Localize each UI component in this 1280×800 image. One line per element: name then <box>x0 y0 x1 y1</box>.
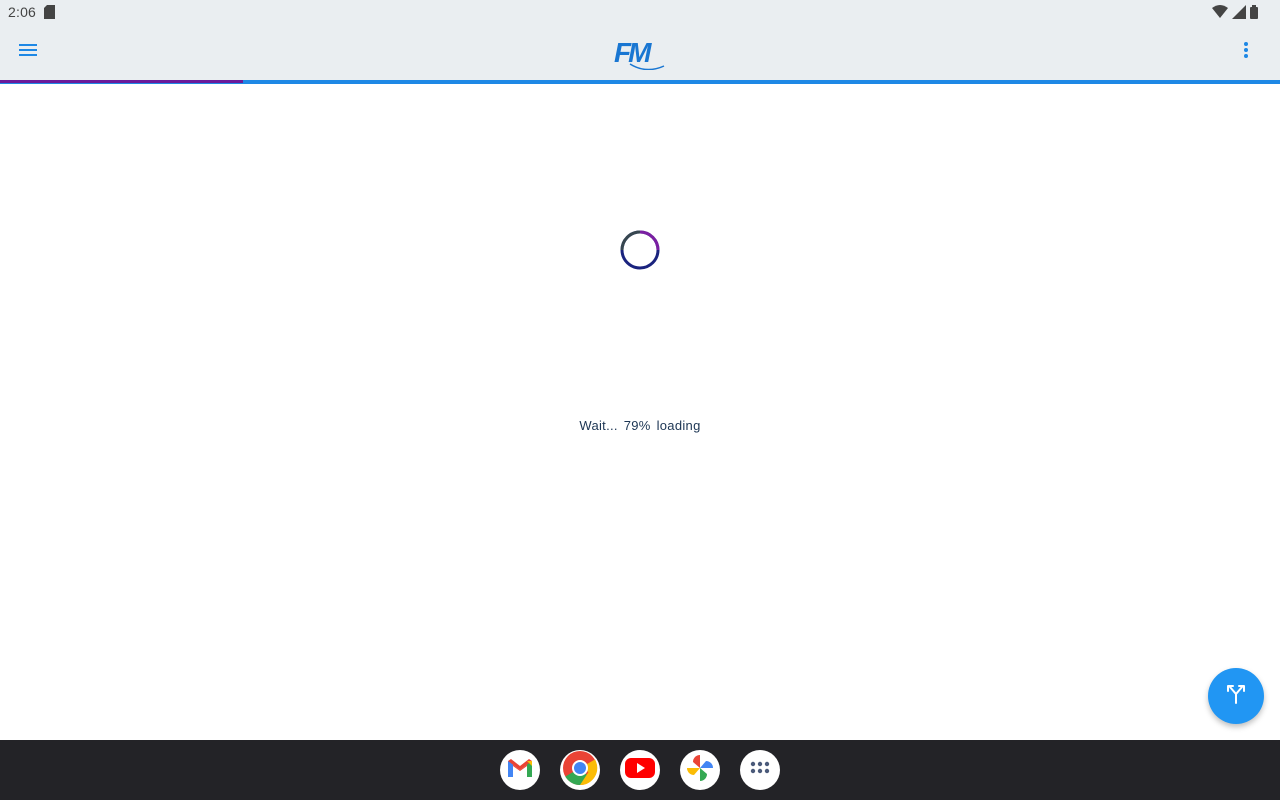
gmail-app[interactable] <box>500 750 540 790</box>
youtube-app[interactable] <box>620 750 660 790</box>
status-bar: 2:06 <box>0 0 1280 24</box>
status-time: 2:06 <box>8 4 37 20</box>
menu-button[interactable] <box>14 38 42 66</box>
floating-action-button[interactable] <box>1208 668 1264 724</box>
wifi-icon <box>1212 5 1228 24</box>
more-vert-icon <box>1244 41 1248 63</box>
app-dock <box>500 750 780 790</box>
gmail-icon <box>506 757 534 784</box>
app-logo: FM <box>612 34 668 71</box>
taskbar <box>0 740 1280 800</box>
photos-app[interactable] <box>680 750 720 790</box>
merge-icon <box>1225 683 1247 710</box>
svg-text:FM: FM <box>614 37 652 68</box>
photos-icon <box>685 753 715 788</box>
app-drawer-button[interactable] <box>740 750 780 790</box>
app-bar: FM <box>0 24 1280 80</box>
page-progress-bar <box>0 80 1280 84</box>
status-icons <box>1212 5 1258 24</box>
hamburger-menu-icon <box>18 43 38 62</box>
app-drawer-icon <box>750 761 770 780</box>
signal-icon <box>1232 5 1246 24</box>
sd-card-icon <box>44 5 55 24</box>
more-options-button[interactable] <box>1234 38 1258 66</box>
loading-spinner <box>619 229 661 271</box>
page-progress-fill <box>0 80 244 83</box>
loading-status-text: Wait... 79% loading <box>579 418 701 433</box>
chrome-icon <box>562 750 598 791</box>
battery-icon <box>1250 5 1258 24</box>
youtube-icon <box>624 756 656 785</box>
chrome-app[interactable] <box>560 750 600 790</box>
